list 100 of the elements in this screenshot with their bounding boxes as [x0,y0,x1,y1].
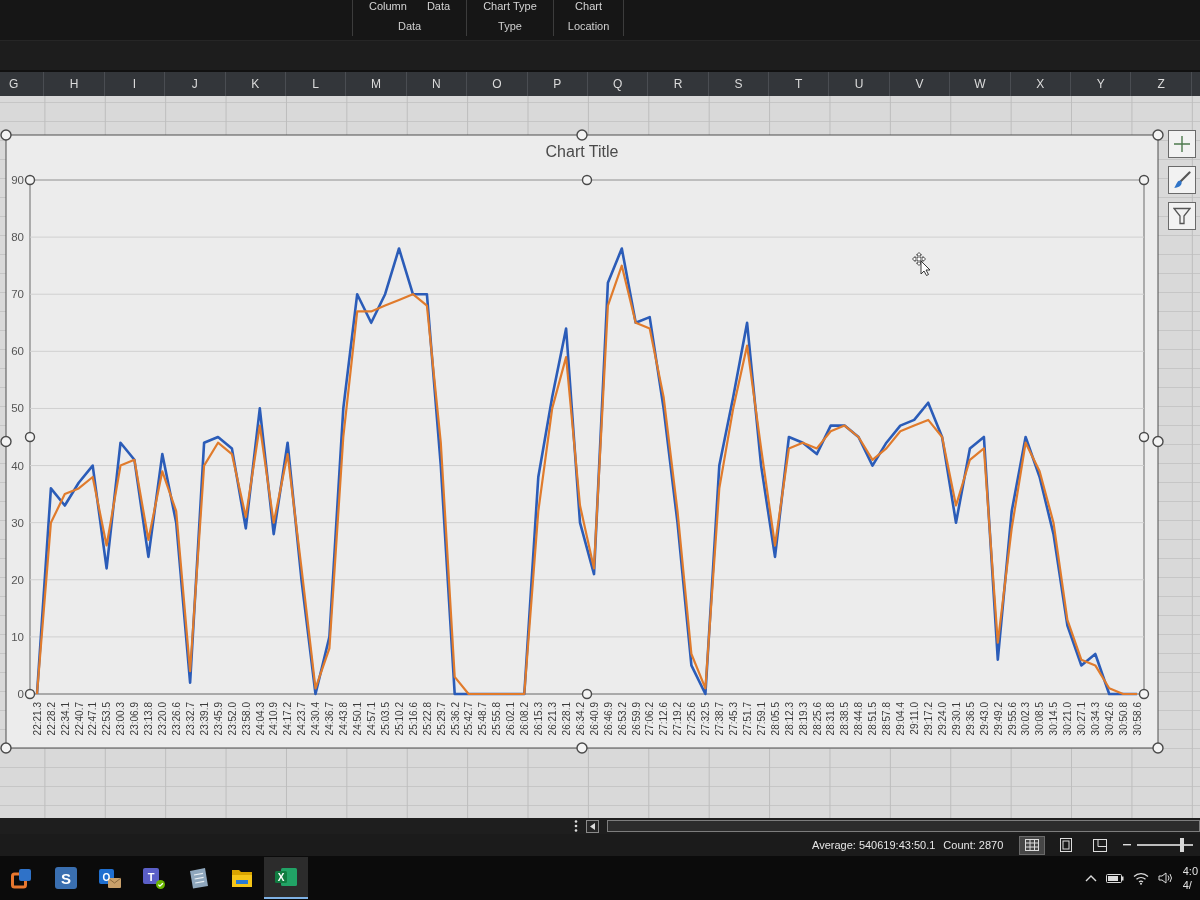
chart-elements-button[interactable] [1168,130,1196,158]
page-icon [1060,838,1073,852]
axis-tick-label: 50 [11,402,24,415]
axis-tick-label: 22:28.2 [45,702,57,736]
axis-tick-label: 25:55.8 [491,702,503,736]
selection-handle-icon[interactable] [1138,688,1150,700]
selection-handle-icon[interactable] [24,431,36,443]
clock-date[interactable]: 4/ [1182,878,1198,892]
axis-tick-label: 27:38.7 [714,702,726,736]
axis-tick-label: 30:27.1 [1076,702,1088,736]
axis-tick-label: 22:47.1 [87,702,99,736]
horizontal-scrollbar[interactable] [607,820,1200,832]
selection-handle-icon[interactable] [581,174,593,186]
zoom-slider-thumb[interactable] [1180,838,1185,852]
axis-tick-label: 20 [11,573,24,586]
chart-title: Chart Title [545,143,619,160]
axis-tick-label: 28:12.3 [783,702,795,736]
axis-tick-label: 23:06.9 [129,702,141,736]
axis-tick-label: 26:21.3 [547,702,558,736]
axis-tick-label: 30:02.3 [1020,702,1032,736]
axis-tick-label: 24:10.9 [268,702,280,736]
axis-tick-label: 27:45.3 [728,702,739,736]
axis-tick-label: 30:58.6 [1131,702,1143,736]
selection-handle-icon[interactable] [0,129,12,141]
chevron-up-icon[interactable] [1084,874,1097,882]
clock-time[interactable]: 4:0 [1182,864,1198,878]
axis-tick-label: 29:55.6 [1006,702,1018,736]
axis-tick-label: 26:08.2 [519,702,531,736]
axis-tick-label: 29:17.2 [922,702,934,736]
move-cursor-icon [912,252,931,276]
status-count: Count: 2870 [943,837,1004,853]
axis-tick-label: 23:45.9 [212,702,224,736]
ribbon-button[interactable]: Data [424,0,453,13]
axis-tick-label: 30 [11,516,24,529]
selection-handle-icon[interactable] [0,742,12,754]
axis-tick-label: 26:15.3 [533,702,545,736]
axis-tick-label: 30:42.6 [1104,702,1115,736]
selection-handle-icon[interactable] [1152,435,1164,448]
axis-tick-label: 26:59.9 [630,702,642,736]
selection-handle-icon[interactable] [576,742,588,754]
folder-icon [231,867,253,889]
axis-tick-label: 28:38.5 [839,702,851,736]
filter-icon [1173,207,1191,225]
battery-icon[interactable] [1105,872,1124,884]
ribbon-button[interactable]: Chart Type [481,0,539,13]
axis-tick-label: 24:17.2 [282,702,294,736]
axis-tick-label: 28:44.8 [853,702,865,736]
taskbar-button[interactable]: O [88,857,132,899]
selection-handle-icon[interactable] [576,129,588,141]
selection-handle-icon[interactable] [1152,742,1164,754]
vertical-dots-icon[interactable] [574,820,578,832]
speaker-icon[interactable] [1157,871,1174,885]
axis-tick-label: 23:13.8 [143,702,155,736]
axis-tick-label: 23:39.1 [198,702,210,736]
normal-view-button[interactable] [1019,835,1046,855]
chart-styles-button[interactable] [1168,166,1196,194]
minus-icon [1123,844,1132,846]
axis-tick-label: 25:03.5 [379,702,391,736]
axis-tick-label: 24:23.7 [296,702,308,736]
axis-tick-label: 70 [11,288,24,301]
axis-tick-label: 90 [11,174,24,186]
selection-handle-icon[interactable] [0,435,12,448]
selection-handle-icon[interactable] [24,174,36,186]
notepad-icon [187,867,209,889]
selection-handle-icon[interactable] [581,688,593,700]
taskbar-button[interactable]: T [132,857,176,899]
ribbon-button[interactable]: Column [367,0,409,13]
axis-tick-label: 27:12.6 [658,702,670,736]
taskbar-button[interactable]: S [44,857,88,899]
grid-icon [1025,839,1040,851]
axis-tick-label: 60 [11,345,24,358]
taskbar-button[interactable]: X [264,857,308,899]
ribbon-group-label: Data [397,19,422,33]
axis-tick-label: 26:34.2 [574,702,586,736]
ribbon-group-label: Location [567,19,610,33]
axis-tick-label: 28:19.3 [797,702,809,736]
selection-handle-icon[interactable] [1138,431,1150,443]
axis-tick-label: 29:04.4 [895,702,907,736]
axis-tick-label: 27:06.2 [644,702,656,736]
scroll-left-button[interactable] [586,819,599,833]
selection-handle-icon[interactable] [1152,129,1164,141]
axis-tick-label: 24:50.1 [352,702,364,736]
axis-tick-label: 30:34.3 [1090,702,1102,736]
axis-tick-label: 23:20.0 [157,702,169,736]
axis-tick-label: 40 [11,459,24,472]
axis-tick-label: 27:25.6 [686,702,698,736]
selection-handle-icon[interactable] [1138,174,1150,186]
axis-tick-label: 28:05.5 [769,702,781,736]
axis-tick-label: 27:59.1 [755,702,767,736]
axis-tick-label: 28:51.5 [867,702,879,736]
axis-tick-label: 26:40.9 [588,702,600,736]
axis-tick-label: 10 [11,630,24,643]
axis-tick-label: 80 [11,231,24,244]
axis-tick-label: 25:16.6 [407,702,419,736]
axis-tick-label: 26:53.2 [616,702,628,736]
brush-icon [1173,171,1191,189]
chart-filters-button[interactable] [1168,202,1196,230]
selection-handle-icon[interactable] [24,688,36,700]
wifi-icon[interactable] [1132,871,1149,885]
ribbon-button[interactable]: Chart [573,0,604,13]
